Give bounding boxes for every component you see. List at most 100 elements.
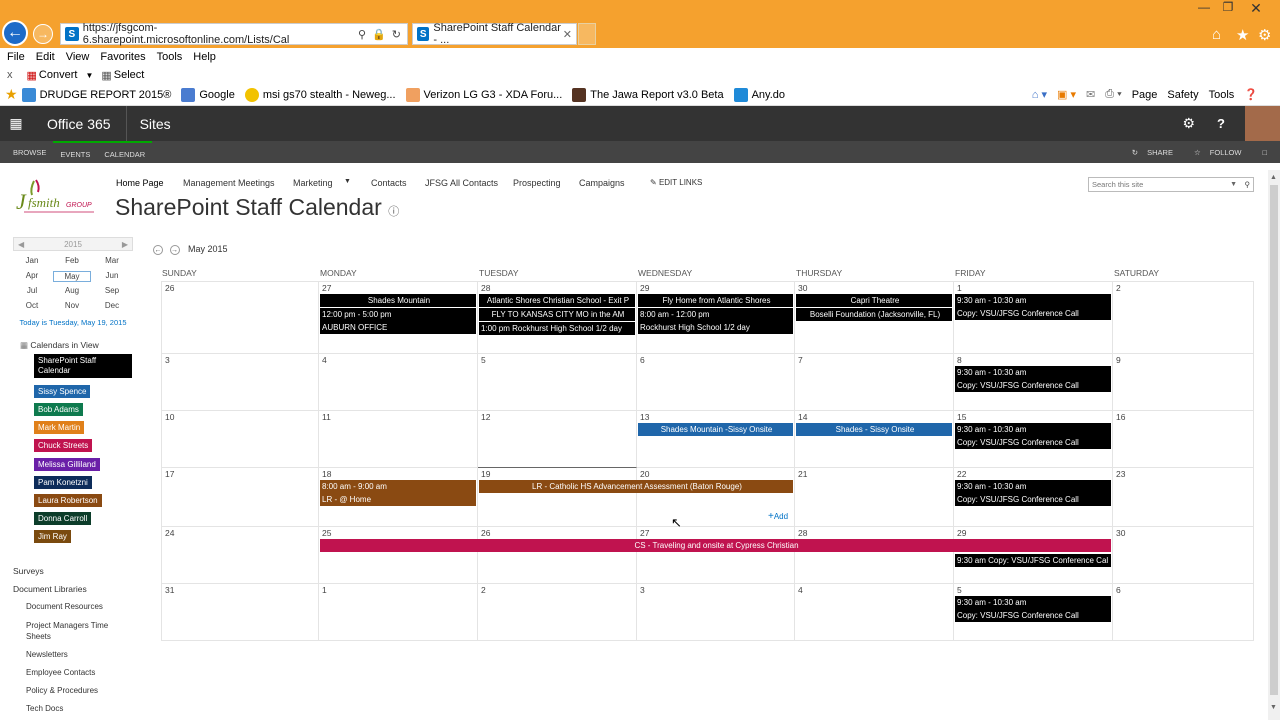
nav-jfsg-all-contacts[interactable]: JFSG All Contacts: [425, 178, 498, 188]
mini-month-aug[interactable]: Aug: [53, 286, 91, 295]
calendar-event[interactable]: 8:00 am - 9:00 am LR - @ Home: [320, 480, 476, 506]
nav-pm-time-sheets[interactable]: Project Managers Time Sheets: [26, 620, 126, 642]
chevron-down-icon[interactable]: ▼: [1230, 178, 1237, 191]
calendar-day-cell[interactable]: 7: [795, 353, 954, 410]
calendar-day-cell[interactable]: 3: [161, 353, 319, 410]
mini-month-oct[interactable]: Oct: [13, 301, 51, 310]
nav-tech-docs[interactable]: Tech Docs: [26, 704, 63, 713]
site-logo[interactable]: J fsmith GROUP: [14, 177, 102, 221]
calendar-event[interactable]: Shades Mountain -Sissy Onsite: [638, 423, 793, 436]
calendar-event[interactable]: FLY TO KANSAS CITY MO in the AM: [479, 308, 635, 321]
settings-gear-icon[interactable]: ⚙: [1182, 115, 1195, 132]
calendar-event[interactable]: Atlantic Shores Christian School - Exit …: [479, 294, 635, 307]
tools-menu[interactable]: Tools: [1209, 89, 1235, 101]
nav-prospecting[interactable]: Prospecting: [513, 178, 561, 188]
tab-events[interactable]: EVENTS: [53, 141, 98, 163]
calendar-day-cell[interactable]: 27: [637, 526, 795, 583]
scroll-down-icon[interactable]: ▼: [1270, 704, 1277, 711]
follow-button[interactable]: ☆ FOLLOW: [1187, 141, 1255, 163]
nav-newsletters[interactable]: Newsletters: [26, 650, 68, 659]
nav-campaigns[interactable]: Campaigns: [579, 178, 625, 188]
menu-edit[interactable]: Edit: [36, 51, 55, 63]
rss-icon[interactable]: ▣ ▾: [1057, 88, 1076, 101]
calendar-event[interactable]: Capri Theatre: [796, 294, 952, 307]
calendar-item[interactable]: Laura Robertson: [34, 494, 102, 507]
calendar-day-cell[interactable]: 9: [1113, 353, 1254, 410]
calendar-event[interactable]: 9:30 am Copy: VSU/JFSG Conference Cal: [955, 554, 1111, 567]
app-launcher-icon[interactable]: ▦: [0, 115, 32, 132]
menu-view[interactable]: View: [66, 51, 90, 63]
calendar-day-cell[interactable]: 26: [161, 281, 319, 353]
calendar-day-cell[interactable]: 2: [1113, 281, 1254, 353]
search-icon[interactable]: ⚲: [1245, 178, 1251, 191]
calendar-day-cell[interactable]: 23: [1113, 467, 1254, 526]
calendar-day-cell[interactable]: 11: [319, 410, 478, 467]
calendar-day-cell[interactable]: 3: [637, 583, 795, 640]
browser-tab[interactable]: S SharePoint Staff Calendar - ... ✕: [412, 22, 577, 46]
calendar-item[interactable]: Bob Adams: [34, 403, 83, 416]
chevron-down-icon[interactable]: ▼: [85, 71, 93, 80]
nav-management-meetings[interactable]: Management Meetings: [183, 178, 275, 188]
calendar-day-cell[interactable]: 31: [161, 583, 319, 640]
minimize-icon[interactable]: —: [1193, 0, 1215, 14]
prev-month-icon[interactable]: ←: [153, 245, 163, 255]
calendar-item[interactable]: Melissa Gilliland: [34, 458, 100, 471]
nav-contacts[interactable]: Contacts: [371, 178, 407, 188]
share-button[interactable]: ↻ SHARE: [1125, 141, 1187, 163]
mini-month-jul[interactable]: Jul: [13, 286, 51, 295]
scroll-up-icon[interactable]: ▲: [1270, 174, 1277, 181]
next-year-icon[interactable]: ▶: [122, 240, 128, 249]
nav-home-page[interactable]: Home Page: [116, 178, 164, 188]
calendar-item[interactable]: Mark Martin: [34, 421, 85, 434]
calendar-day-cell[interactable]: 2: [478, 583, 637, 640]
settings-gear-icon[interactable]: ⚙: [1258, 26, 1271, 44]
scrollbar-thumb[interactable]: [1270, 185, 1278, 695]
calendar-event[interactable]: 9:30 am - 10:30 am Copy: VSU/JFSG Confere…: [955, 596, 1111, 622]
tab-browse[interactable]: BROWSE: [6, 141, 53, 163]
calendar-event[interactable]: Fly Home from Atlantic Shores: [638, 294, 793, 307]
mini-month-apr[interactable]: Apr: [13, 271, 51, 280]
calendar-day-cell[interactable]: 17: [161, 467, 319, 526]
calendar-item[interactable]: Chuck Streets: [34, 439, 93, 452]
calendar-event[interactable]: 1:00 pm Rockhurst High School 1/2 day: [479, 322, 635, 335]
search-icon[interactable]: ⚲: [358, 28, 366, 41]
menu-favorites[interactable]: Favorites: [100, 51, 145, 63]
calendar-item[interactable]: Sissy Spence: [34, 385, 91, 398]
favorite-xda[interactable]: Verizon LG G3 - XDA Foru...: [405, 87, 562, 102]
calendar-event[interactable]: LR - Catholic HS Advancement Assessment …: [479, 480, 793, 493]
favorites-star-icon[interactable]: ★: [5, 86, 18, 103]
safety-menu[interactable]: Safety: [1167, 89, 1198, 101]
calendar-day-cell[interactable]: 21: [795, 467, 954, 526]
calendar-day-cell[interactable]: 26: [478, 526, 637, 583]
tab-calendar[interactable]: CALENDAR: [97, 141, 153, 163]
mini-month-may[interactable]: May: [53, 271, 91, 282]
refresh-icon[interactable]: ↻: [392, 28, 401, 41]
calendar-day-cell[interactable]: 13: [637, 410, 795, 467]
sites-link[interactable]: Sites: [140, 116, 171, 132]
convert-button[interactable]: Convert: [39, 69, 78, 81]
calendar-item[interactable]: SharePoint Staff Calendar: [34, 354, 132, 378]
calendar-day-cell[interactable]: 6: [637, 353, 795, 410]
calendar-day-cell[interactable]: 16: [1113, 410, 1254, 467]
favorite-jawa[interactable]: The Jawa Report v3.0 Beta: [572, 87, 724, 102]
calendar-day-cell[interactable]: 14: [795, 410, 954, 467]
nav-policy-procedures[interactable]: Policy & Procedures: [26, 686, 98, 695]
calendar-day-cell[interactable]: 25: [319, 526, 478, 583]
calendar-event[interactable]: 9:30 am - 10:30 am Copy: VSU/JFSG Confere…: [955, 294, 1111, 320]
calendar-day-cell[interactable]: 1: [319, 583, 478, 640]
mini-month-feb[interactable]: Feb: [53, 256, 91, 265]
next-month-icon[interactable]: →: [169, 245, 180, 255]
edit-links-button[interactable]: ✎ EDIT LINKS: [650, 178, 702, 187]
focus-content-icon[interactable]: □: [1255, 141, 1274, 163]
menu-tools[interactable]: Tools: [157, 51, 183, 63]
mini-month-dec[interactable]: Dec: [93, 301, 131, 310]
calendar-event[interactable]: 8:00 am - 12:00 pm Rockhurst High School …: [638, 308, 793, 334]
favorite-anydo[interactable]: Any.do: [733, 87, 785, 102]
calendar-day-cell[interactable]: 12: [478, 410, 637, 467]
home-icon[interactable]: ⌂: [1212, 26, 1221, 43]
calendar-event[interactable]: Shades - Sissy Onsite: [796, 423, 952, 436]
help-icon[interactable]: ❓: [1244, 88, 1258, 101]
add-event-link[interactable]: +Add: [768, 511, 788, 522]
calendar-day-cell[interactable]: 10: [161, 410, 319, 467]
new-tab-button[interactable]: [578, 23, 596, 45]
